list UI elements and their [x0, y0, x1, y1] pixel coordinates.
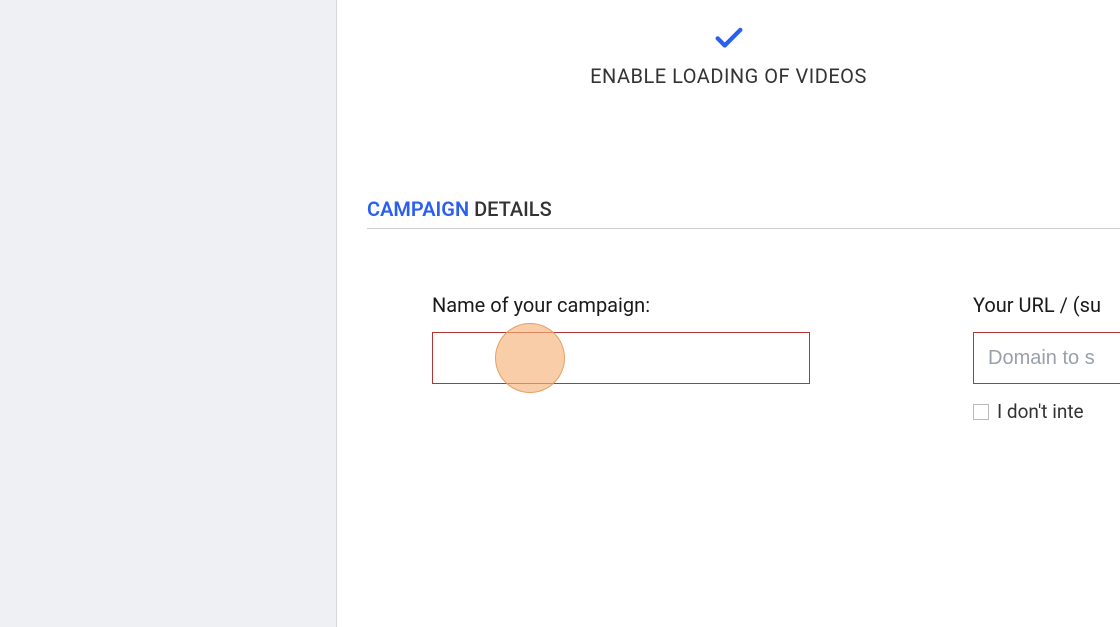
- campaign-name-input[interactable]: [432, 332, 810, 384]
- main-content: ENABLE LOADING OF VIDEOS CAMPAIGN DETAIL…: [337, 0, 1120, 627]
- no-intent-row: I don't inte: [973, 400, 1120, 423]
- url-input[interactable]: [973, 332, 1120, 384]
- section-title-rest: DETAILS: [469, 197, 552, 221]
- section-header: CAMPAIGN DETAILS: [367, 197, 1120, 229]
- enable-videos-prompt[interactable]: ENABLE LOADING OF VIDEOS: [337, 20, 1120, 88]
- campaign-name-label: Name of your campaign:: [432, 293, 810, 317]
- section-title: CAMPAIGN DETAILS: [367, 197, 1120, 229]
- form-group-url: Your URL / (su I don't inte: [973, 293, 1120, 423]
- sidebar: [0, 0, 337, 627]
- form-row: Name of your campaign: Your URL / (su I …: [337, 293, 1120, 423]
- check-icon: [712, 20, 746, 64]
- section-title-highlight: CAMPAIGN: [367, 197, 469, 221]
- enable-videos-label: ENABLE LOADING OF VIDEOS: [590, 64, 867, 88]
- url-label: Your URL / (su: [973, 293, 1120, 317]
- form-group-campaign-name: Name of your campaign:: [432, 293, 810, 423]
- no-intent-label: I don't inte: [997, 400, 1084, 423]
- no-intent-checkbox[interactable]: [973, 404, 989, 420]
